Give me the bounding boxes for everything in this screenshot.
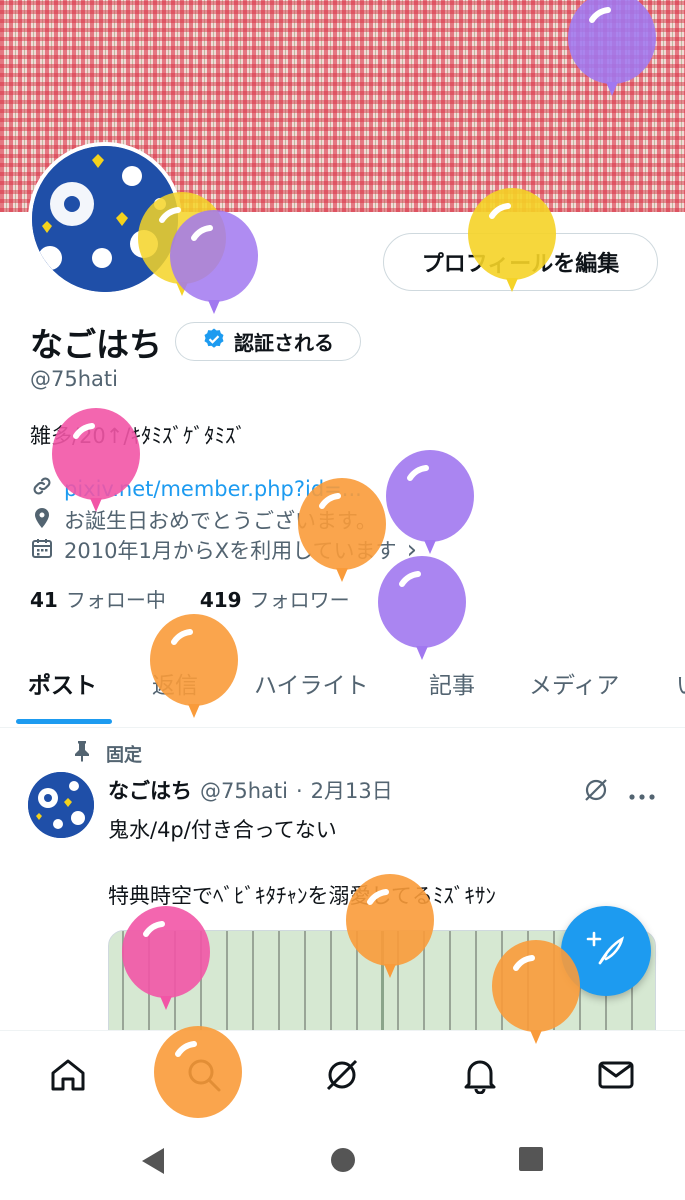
tab-articles[interactable]: 記事 — [429, 666, 475, 700]
tweet-date[interactable]: 2月13日 — [311, 775, 393, 805]
mail-icon[interactable] — [594, 1053, 638, 1097]
balloon-purple-icon — [170, 210, 258, 314]
home-circle-icon[interactable] — [329, 1146, 357, 1178]
more-options-icon[interactable] — [628, 786, 656, 805]
tweet-text-line2: 特典時空でﾍﾞﾋﾞｷﾀﾁｬﾝを溺愛してるﾐｽﾞｷｻﾝ — [108, 884, 496, 908]
tab-highlights[interactable]: ハイライト — [254, 666, 369, 700]
chevron-right-icon: › — [406, 535, 417, 565]
tweet-image-left-page — [109, 931, 379, 1039]
profile-avatar[interactable] — [28, 142, 182, 296]
tab-posts[interactable]: ポスト — [28, 666, 97, 700]
bell-icon[interactable] — [458, 1053, 502, 1097]
search-icon[interactable] — [182, 1053, 226, 1097]
tweet-text-line1: 鬼水/4p/付き合ってない — [108, 818, 337, 842]
get-verified-button[interactable]: 認証される — [175, 322, 361, 361]
compose-feather-icon — [586, 929, 626, 973]
grok-icon[interactable] — [582, 776, 610, 808]
profile-location-row: お誕生日おめでとうございます。 — [30, 505, 377, 535]
recents-icon[interactable] — [518, 1146, 544, 1176]
tab-media[interactable]: メディア — [529, 666, 619, 700]
grok-nav-icon[interactable] — [320, 1053, 364, 1097]
tweet-image-gutter — [381, 931, 384, 1039]
following-label: フォロー中 — [65, 588, 166, 612]
verified-badge-icon — [202, 327, 226, 356]
profile-handle: @75hati — [30, 367, 118, 391]
tab-replies[interactable]: 返信 — [152, 666, 198, 700]
tweet-separator: · — [295, 779, 303, 803]
profile-bio: 雑多/20↑/ｷﾀﾐｽﾞｹﾞﾀﾐｽﾞ — [30, 424, 246, 448]
calendar-icon — [30, 536, 54, 565]
followers-label: フォロワー — [249, 588, 350, 612]
tweet-author-name[interactable]: なごはち — [108, 775, 192, 805]
tweet-header: なごはち @75hati · 2月13日 — [108, 775, 393, 805]
system-navigation-bar — [0, 1122, 685, 1200]
profile-joined-row[interactable]: 2010年1月からXを利用しています › — [30, 535, 417, 565]
bottom-navigation — [0, 1030, 685, 1122]
following-link[interactable]: 41 フォロー中 — [30, 584, 166, 613]
link-icon — [30, 474, 54, 503]
tweet-author-handle[interactable]: @75hati — [200, 779, 288, 803]
verify-label: 認証される — [234, 331, 334, 355]
profile-link-row[interactable]: pixiv.net/member.php?id=... — [30, 474, 362, 503]
home-icon[interactable] — [46, 1053, 90, 1097]
followers-link[interactable]: 419 フォロワー — [200, 584, 350, 613]
profile-tabs: ポスト 返信 ハイライト 記事 メディア い — [0, 650, 685, 728]
edit-profile-button[interactable]: プロフィールを編集 — [383, 233, 658, 291]
profile-location: お誕生日おめでとうございます。 — [64, 509, 377, 533]
profile-joined: 2010年1月からXを利用しています — [64, 539, 397, 563]
tab-indicator — [16, 719, 112, 724]
location-pin-icon — [30, 506, 54, 535]
pin-icon — [72, 740, 92, 767]
compose-button[interactable] — [561, 906, 651, 996]
back-icon[interactable] — [140, 1146, 166, 1180]
pinned-label: 固定 — [106, 744, 142, 766]
followers-count: 419 — [199, 588, 242, 612]
tab-likes[interactable]: い — [676, 666, 685, 700]
follow-stats: 41 フォロー中 419 フォロワー — [30, 584, 350, 613]
tweet-avatar[interactable] — [28, 772, 94, 838]
pinned-label-row: 固定 — [72, 740, 142, 767]
profile-link[interactable]: pixiv.net/member.php?id=... — [64, 477, 362, 501]
following-count: 41 — [30, 588, 58, 612]
display-name: なごはち — [30, 325, 162, 364]
